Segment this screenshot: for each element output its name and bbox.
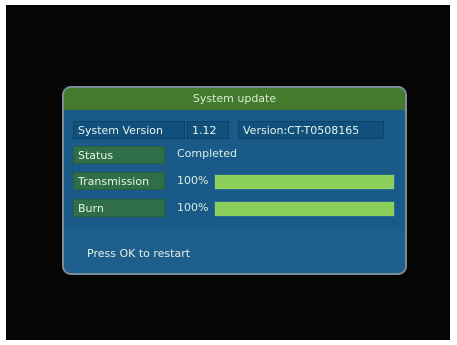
status-value: Completed (177, 147, 237, 160)
transmission-progress-bar (214, 174, 395, 190)
system-version-value: 1.12 (187, 121, 229, 139)
status-label: Status (73, 146, 165, 164)
burn-progress-fill (215, 202, 394, 216)
burn-percent: 100% (177, 201, 209, 214)
system-update-dialog: System update System Version 1.12 Versio… (62, 86, 407, 275)
version-detail: Version:CT-T0508165 (238, 121, 384, 139)
tv-screen: System update System Version 1.12 Versio… (6, 5, 450, 340)
burn-progress-bar (214, 201, 395, 217)
burn-label: Burn (73, 199, 165, 217)
transmission-percent: 100% (177, 174, 209, 187)
dialog-title: System update (64, 88, 405, 110)
transmission-label: Transmission (73, 172, 165, 190)
restart-instruction: Press OK to restart (87, 247, 191, 260)
transmission-progress-fill (215, 175, 394, 189)
dialog-footer: Press OK to restart (64, 226, 405, 273)
system-version-label: System Version (73, 121, 185, 139)
